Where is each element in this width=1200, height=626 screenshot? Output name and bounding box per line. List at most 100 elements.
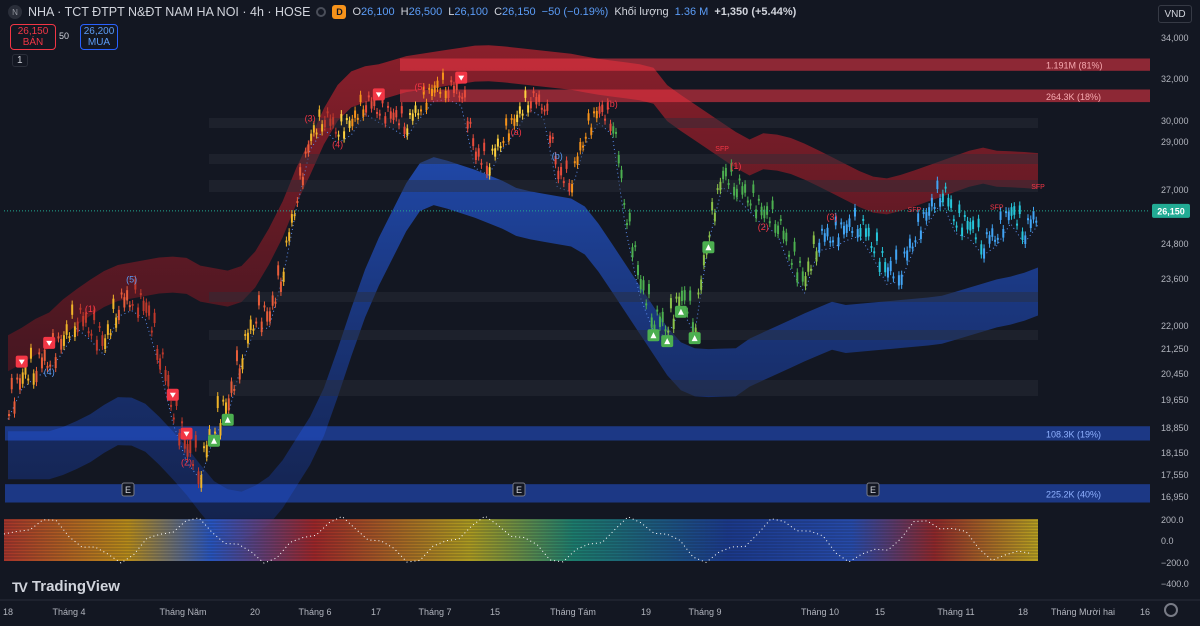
candle <box>348 120 351 128</box>
candle <box>529 101 532 109</box>
candle <box>345 118 348 121</box>
candle <box>845 224 848 233</box>
sell-button[interactable]: 26,150 BÁN <box>10 24 56 50</box>
candle <box>617 154 620 164</box>
candle <box>744 184 747 193</box>
candle <box>296 201 299 204</box>
candle <box>274 301 277 304</box>
price-tick-label: 23,600 <box>1161 274 1189 284</box>
candle <box>494 148 497 157</box>
candle <box>485 165 488 175</box>
symbol-title[interactable]: NHA · TCT ĐTPT N&ĐT NAM HA NOI · 4h · HO… <box>28 5 310 19</box>
candle <box>359 94 362 103</box>
candle <box>189 440 192 453</box>
candle <box>939 198 942 207</box>
buy-button[interactable]: 26,200 MUA <box>80 24 118 50</box>
candle <box>178 433 181 446</box>
volume-zone <box>5 426 1150 441</box>
time-tick-label: Tháng 4 <box>52 607 85 617</box>
symbol-logo-icon[interactable]: N <box>8 5 22 19</box>
volume-zone <box>400 58 1150 71</box>
time-tick-label: Tháng 6 <box>298 607 331 617</box>
volume-zone-label: 225.2K (40%) <box>1046 489 1101 499</box>
candle <box>804 276 807 287</box>
candle <box>853 207 856 217</box>
currency-select[interactable]: VND <box>1158 5 1192 23</box>
market-status-icon <box>316 7 327 17</box>
candle <box>719 181 722 191</box>
candle <box>161 352 164 355</box>
candle <box>10 377 13 390</box>
candle <box>491 148 494 151</box>
candle <box>321 124 324 132</box>
candle <box>170 404 173 407</box>
candle <box>590 127 593 135</box>
price-tick-label: 32,000 <box>1161 74 1189 84</box>
candle <box>35 370 38 383</box>
candle <box>332 117 335 125</box>
volume-value: 1.36 M <box>674 6 709 18</box>
candle <box>117 309 120 321</box>
oscillator-pane <box>3 515 1038 564</box>
candle <box>230 381 233 393</box>
wave-label: (2) <box>758 222 769 232</box>
candle <box>266 311 269 322</box>
candle <box>315 132 318 135</box>
candle <box>38 352 41 355</box>
candle <box>507 133 510 141</box>
candle <box>71 304 74 315</box>
tradingview-logo: TV TradingView <box>12 578 120 595</box>
candle <box>150 330 153 333</box>
price-chart[interactable]: 1.191M (81%) 264.3K (18%) 108.3K (19%) 225.… <box>0 0 1200 626</box>
price-tick-label: 21,250 <box>1161 344 1189 354</box>
candle <box>18 378 21 390</box>
candle <box>642 280 645 291</box>
collapse-indicators-button[interactable]: 1 <box>12 54 28 67</box>
candle <box>615 131 618 134</box>
candle <box>771 200 774 210</box>
candle <box>128 305 131 308</box>
candle <box>307 144 310 153</box>
candle <box>842 225 845 235</box>
candle <box>238 368 241 380</box>
candle <box>433 85 436 93</box>
interval-badge[interactable]: D <box>332 5 347 19</box>
candle <box>139 293 142 296</box>
candle <box>148 305 151 316</box>
candle <box>263 305 266 308</box>
candle <box>881 251 884 253</box>
candle <box>571 184 574 193</box>
candle <box>593 111 596 114</box>
candle <box>505 118 508 126</box>
candle <box>680 290 683 302</box>
candle <box>101 335 104 346</box>
candle <box>549 135 552 143</box>
candle <box>961 227 964 237</box>
candle <box>106 324 109 335</box>
candle <box>576 156 579 165</box>
candle <box>403 126 406 135</box>
price-tick-label: 30,000 <box>1161 116 1189 126</box>
candle <box>334 131 337 134</box>
candle <box>551 136 554 139</box>
settings-gear-icon[interactable] <box>1164 603 1178 617</box>
candle <box>367 95 370 98</box>
candle <box>933 206 936 209</box>
candle <box>919 230 922 240</box>
candle <box>392 112 395 120</box>
current-price-label: 26,150 <box>1157 206 1185 216</box>
volume-zone-label: 1.191M (81%) <box>1046 61 1103 71</box>
time-tick-label: Tháng 11 <box>937 607 974 617</box>
candle <box>441 72 444 80</box>
candle <box>796 272 799 283</box>
candle <box>612 126 615 134</box>
candle <box>669 298 672 309</box>
candle <box>354 110 357 118</box>
candle <box>1010 207 1013 216</box>
candle <box>634 245 637 248</box>
candle <box>43 349 46 361</box>
candle <box>455 82 458 91</box>
candle <box>647 283 650 295</box>
candle <box>159 358 162 370</box>
candle <box>219 423 222 436</box>
